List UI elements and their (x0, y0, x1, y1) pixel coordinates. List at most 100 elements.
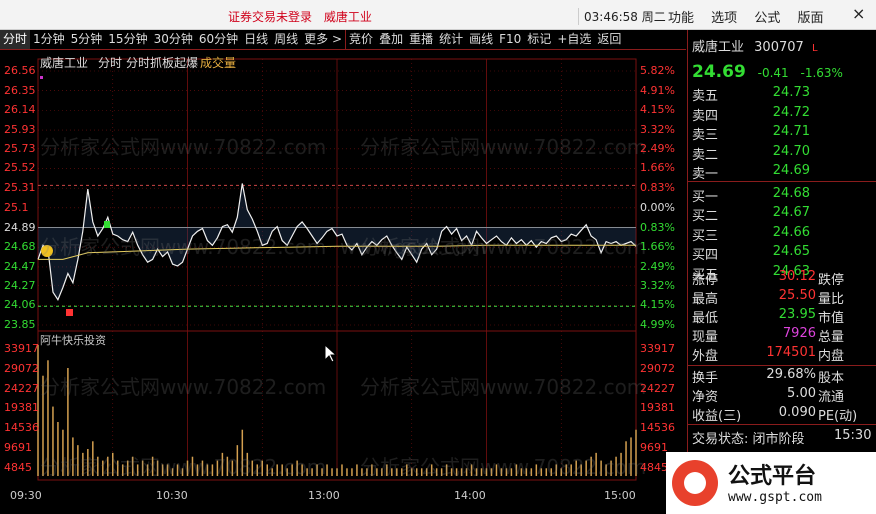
toolbar-item-12[interactable]: 统计 (436, 30, 466, 49)
quote-change: -0.41 (757, 66, 789, 80)
mouse-pointer-icon (324, 344, 338, 363)
stat-label-2: 流通 (818, 390, 845, 405)
volume-tick-label: 33917 (4, 342, 39, 355)
toolbar-item-3[interactable]: 15分钟 (105, 30, 150, 49)
toolbar-item-13[interactable]: 画线 (466, 30, 496, 49)
trade-time: 15:30 (834, 428, 872, 443)
toolbar-item-9[interactable]: 竞价 (345, 30, 376, 49)
stat-label: 最低 (692, 311, 719, 326)
toolbar-item-8[interactable]: 更多 > (301, 30, 345, 49)
ask-price: 24.71 (772, 124, 810, 139)
menu-function[interactable]: 功能 (668, 7, 694, 26)
bid-label: 买四 (692, 248, 719, 263)
logo-title: 公式平台 (728, 464, 817, 489)
signal-marker-icon (104, 221, 110, 228)
bid-row[interactable]: 买四 24.65 (690, 244, 875, 263)
ask-label: 卖一 (692, 167, 719, 182)
stat-label: 最高 (692, 292, 719, 307)
toolbar-item-5[interactable]: 60分钟 (196, 30, 241, 49)
bid-row[interactable]: 买三 24.66 (690, 225, 875, 244)
chart-canvas (37, 58, 637, 481)
price-tick-label: 25.31 (4, 181, 36, 195)
stat-value: 29.68% (766, 367, 816, 382)
volume-tick-label: 14536 (4, 421, 39, 435)
ask-label: 卖五 (692, 89, 719, 104)
stat-row: 最低 23.95 市值 (690, 307, 875, 326)
stat-label: 换手 (692, 371, 719, 386)
pct-tick-label: 4.15% (640, 298, 675, 312)
toolbar-item-17[interactable]: 返回 (594, 30, 624, 49)
ask-row[interactable]: 卖二 24.70 (690, 144, 875, 163)
volume-tick-label: 9691 (4, 441, 32, 454)
pct-tick-label: 0.83% (640, 181, 675, 195)
stat-row: 净资 5.00 流通 (690, 386, 875, 405)
volume-tick-label: 24227 (4, 381, 39, 395)
ask-row[interactable]: 卖五 24.73 (690, 85, 875, 104)
toolbar-item-6[interactable]: 日线 (241, 30, 271, 49)
pct-tick-label: 0.83% (640, 220, 675, 234)
bid-price: 24.66 (772, 224, 810, 240)
quote-stock-code: 300707 (754, 40, 804, 55)
quote-panel: 威唐工业 300707 L 24.69 -0.41 -1.63% 卖五 24.73… (687, 30, 876, 514)
time-tick-label: 09:30 (10, 489, 42, 502)
pct-tick-label: 4.91% (640, 83, 675, 97)
toolbar-item-10[interactable]: 叠加 (376, 30, 406, 49)
stat-label-2: 总量 (818, 330, 845, 345)
ask-row[interactable]: 卖三 24.71 (690, 124, 875, 143)
pct-tick-label: 1.66% (640, 161, 675, 175)
stats-divider (688, 424, 876, 425)
top-marker-icon (40, 76, 43, 79)
ask-row[interactable]: 卖四 24.72 (690, 105, 875, 124)
toolbar-item-15[interactable]: 标记 (524, 30, 554, 49)
toolbar-item-14[interactable]: F10 (496, 30, 524, 49)
price-tick-label: 24.27 (4, 278, 36, 292)
menu-formula[interactable]: 公式 (754, 7, 780, 26)
chart-volume-label: 成交量 (200, 56, 237, 70)
menu-layout[interactable]: 版面 (797, 7, 823, 26)
toolbar-item-0[interactable]: 分时 (0, 30, 31, 49)
pct-tick-label: 2.49% (640, 141, 675, 155)
quote-stock-tag: L (811, 43, 818, 54)
ask-label: 卖二 (692, 147, 719, 163)
close-icon[interactable]: × (852, 4, 865, 23)
menu-options[interactable]: 选项 (711, 7, 737, 26)
ask-row[interactable]: 卖一 24.69 (690, 163, 875, 182)
price-tick-label: 24.06 (4, 298, 36, 312)
pct-tick-label: 3.32% (640, 278, 675, 292)
smiley-marker-icon (41, 245, 53, 257)
price-tick-label: 26.14 (4, 103, 36, 117)
volume-tick-label-right: 24227 (640, 381, 675, 395)
stat-label-2: PE(动) (818, 409, 858, 424)
pct-tick-label: 4.15% (640, 103, 675, 117)
price-tick-label: 24.47 (4, 259, 36, 273)
stat-value: 23.95 (778, 307, 816, 322)
toolbar-item-16[interactable]: +自选 (554, 30, 594, 49)
toolbar-item-2[interactable]: 5分钟 (68, 30, 106, 49)
toolbar-item-4[interactable]: 30分钟 (151, 30, 196, 49)
stat-label-2: 量比 (818, 292, 845, 307)
stat-row: 收益(三) 0.090 PE(动) (690, 405, 875, 424)
chart-stock-name: 威唐工业 (40, 56, 89, 70)
orderbook-divider (688, 181, 876, 182)
title-center: 证券交易未登录 威唐工业 (228, 8, 380, 25)
stat-label-2: 跌停 (818, 273, 845, 288)
logo-url: www.gspt.com (728, 490, 822, 505)
price-tick-label: 25.73 (4, 141, 36, 155)
stat-label-2: 内盘 (818, 349, 845, 364)
login-status[interactable]: 证券交易未登录 (228, 10, 312, 24)
price-tick-label: 25.93 (4, 123, 36, 137)
toolbar-item-11[interactable]: 重播 (406, 30, 436, 49)
price-tick-label: 25.1 (4, 200, 29, 214)
toolbar-item-7[interactable]: 周线 (271, 30, 301, 49)
price-tick-label: 26.56 (4, 64, 36, 77)
volume-tick-label-right: 29072 (640, 361, 675, 375)
period-toolbar: 分时 1分钟 5分钟 15分钟 30分钟 60分钟 日线 周线 更多 > 竞价 叠加 重播 统计 画线 F1… (0, 30, 686, 50)
bid-row[interactable]: 买一 24.68 (690, 186, 875, 205)
bid-price: 24.65 (772, 244, 810, 259)
toolbar-item-1[interactable]: 1分钟 (30, 30, 68, 49)
stat-value: 5.00 (787, 386, 816, 401)
gspt-logo: 公式平台 www.gspt.com (666, 452, 876, 514)
price-tick-label: 25.52 (4, 161, 36, 175)
bid-row[interactable]: 买二 24.67 (690, 205, 875, 224)
intraday-chart[interactable]: 威唐工业 分时 分时抓板起爆 成交量 阿牛快乐投资 分析家公式网www.7082… (0, 51, 686, 514)
